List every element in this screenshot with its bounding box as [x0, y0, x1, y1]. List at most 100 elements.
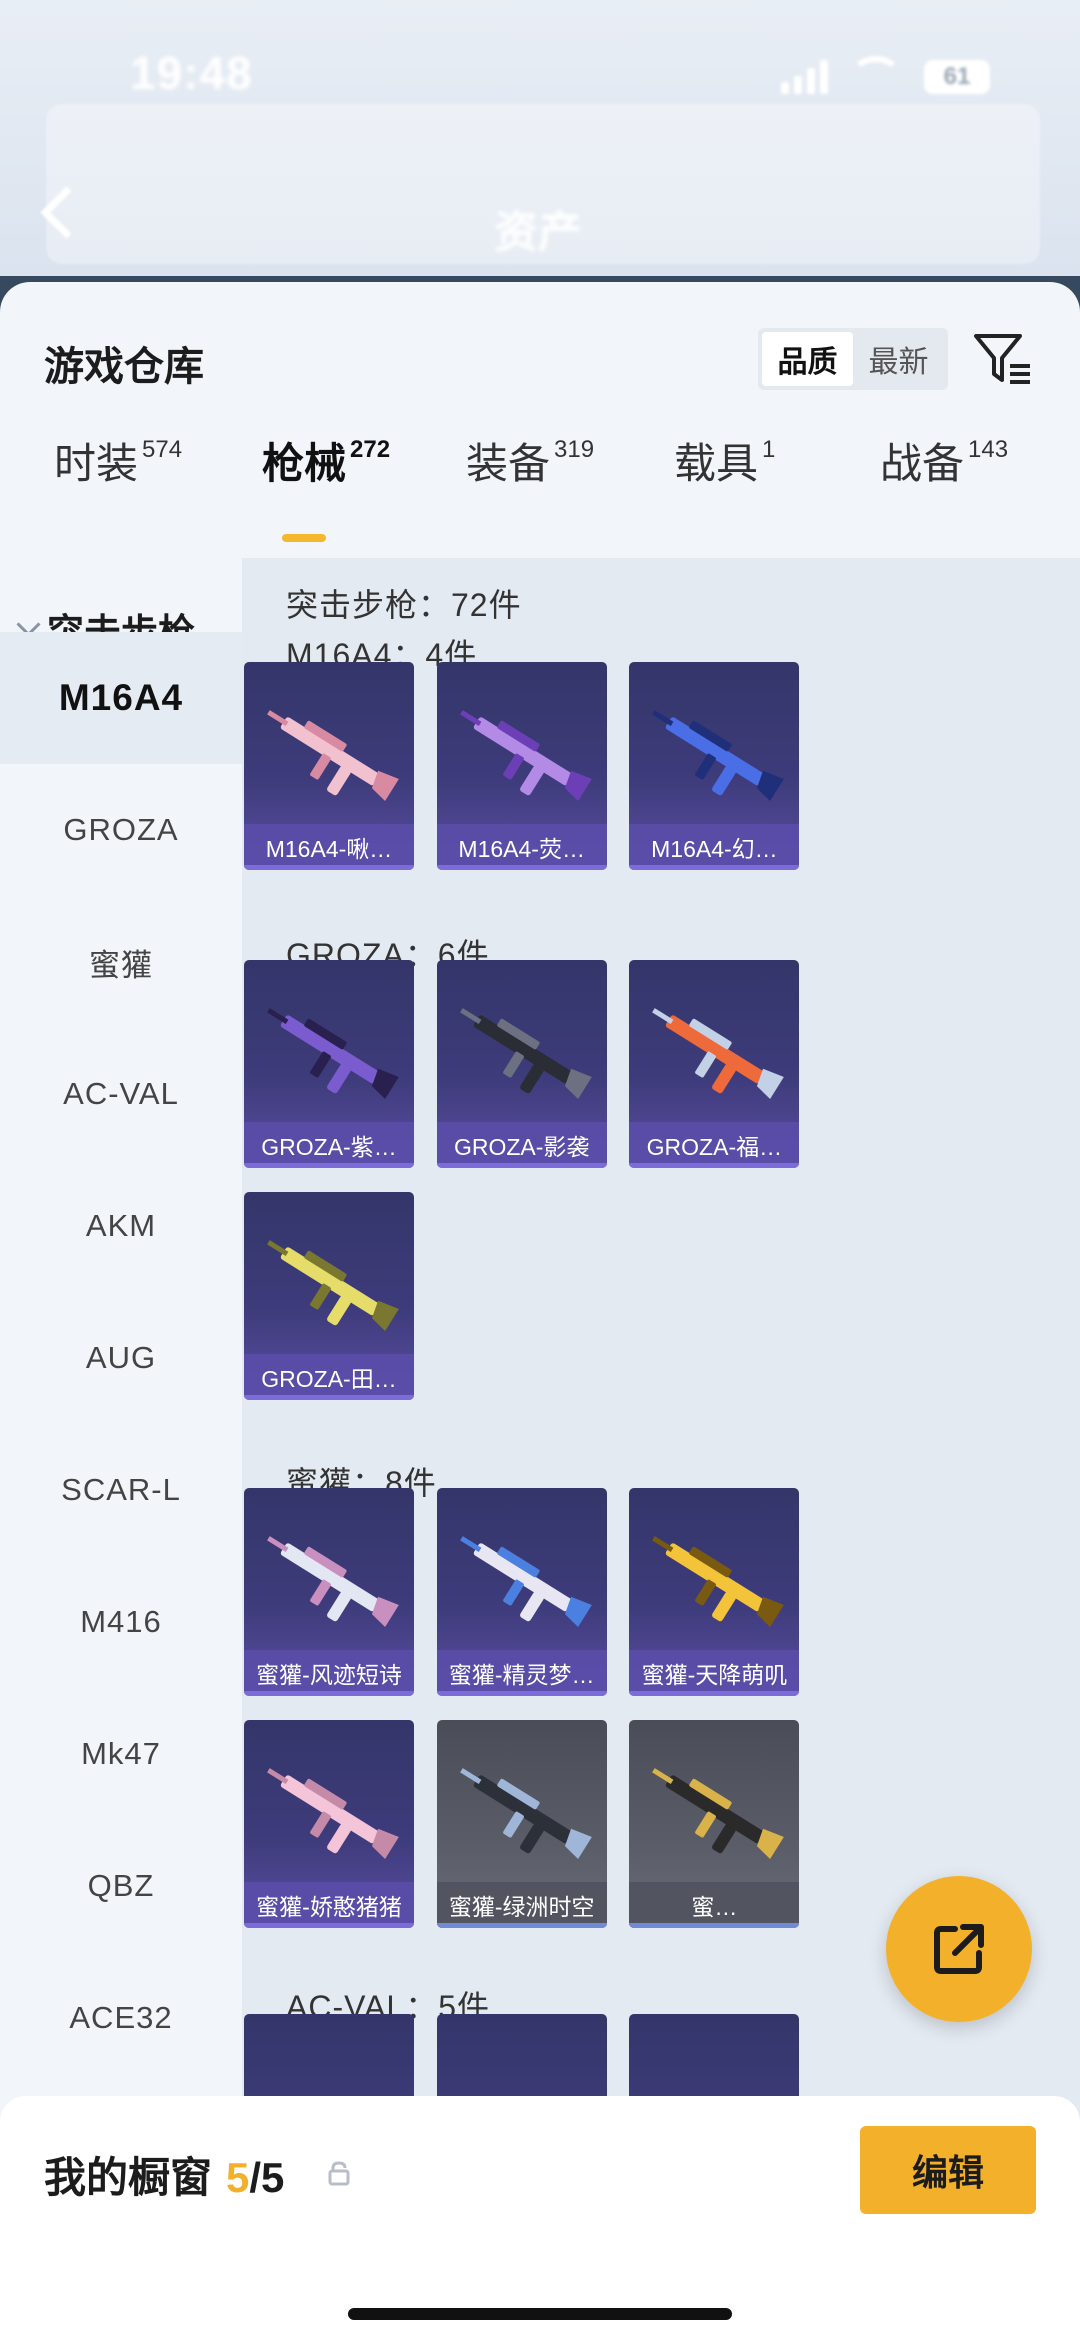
rarity-bar [436, 865, 607, 870]
weapon-card-label: 蜜獾-绿洲时空 [436, 1882, 607, 1928]
category-tabs: 时装 574 枪械 272 装备 319 载具 1 战备 143 [0, 430, 1080, 530]
rarity-bar [436, 1163, 607, 1168]
weapon-card[interactable]: 蜜獾-绿洲时空 [436, 1720, 607, 1928]
wifi-icon [850, 56, 902, 98]
sidebar-item-m16a4[interactable]: M16A4 [0, 632, 242, 764]
sort-newest-button[interactable]: 最新 [853, 332, 944, 386]
weapon-card[interactable]: GROZA-影袭 [436, 960, 607, 1168]
weapon-image [652, 1768, 785, 1860]
section-total: 突击步枪：72件 [286, 587, 522, 623]
tab-equipment[interactable]: 装备 319 [466, 430, 594, 491]
weapon-card-label: GROZA-福… [629, 1122, 800, 1168]
weapon-card-label: GROZA-紫… [244, 1122, 415, 1168]
weapon-image [267, 1240, 399, 1332]
rarity-bar [629, 1163, 800, 1168]
tab-label: 战备 [880, 440, 965, 487]
nav-title: 资产 [494, 208, 582, 257]
weapon-card[interactable]: GROZA-紫… [244, 960, 415, 1168]
sidebar-item-ace32[interactable]: ACE32 [0, 1952, 242, 2084]
edit-button[interactable]: 编辑 [860, 2126, 1036, 2214]
home-indicator [348, 2308, 732, 2320]
tab-label: 载具 [674, 440, 759, 487]
sidebar-item-蜜獾[interactable]: 蜜獾 [0, 896, 242, 1028]
lock-icon[interactable] [326, 2160, 352, 2186]
weapon-card[interactable]: M16A4-啾… [244, 662, 415, 870]
rarity-bar [629, 1923, 800, 1928]
showcase-count: 5 [226, 2154, 250, 2201]
external-link-icon [934, 1924, 984, 1974]
weapon-card-label: M16A4-荧… [436, 824, 607, 870]
showcase-title: 我的橱窗 5 /5 [44, 2144, 284, 2205]
showcase-bar: 我的橱窗 5 /5 编辑 [0, 2096, 1080, 2341]
weapon-image [459, 1008, 592, 1100]
tab-count: 574 [142, 436, 183, 463]
tab-fashion[interactable]: 时装 574 [54, 430, 182, 491]
weapon-card[interactable]: 蜜獾-风迹短诗 [244, 1488, 415, 1696]
sidebar-item-mk47[interactable]: Mk47 [0, 1688, 242, 1820]
weapon-image [459, 710, 592, 802]
rarity-bar [436, 1923, 607, 1928]
status-time: 19:48 [130, 47, 253, 99]
weapon-image [267, 1768, 399, 1860]
weapon-sidebar: 突击步枪 M16A4GROZA蜜獾AC-VALAKMAUGSCAR-LM416M… [0, 558, 242, 2278]
tab-vehicles[interactable]: 载具 1 [674, 430, 775, 491]
rarity-bar [629, 1691, 800, 1696]
tab-count: 143 [968, 436, 1009, 463]
sheet-title: 游戏仓库 [44, 345, 204, 389]
weapon-card-label: GROZA-田… [244, 1354, 415, 1400]
sidebar-item-aug[interactable]: AUG [0, 1292, 242, 1424]
tab-label: 枪械 [262, 440, 347, 487]
weapon-card[interactable]: 蜜獾-精灵梦… [436, 1488, 607, 1696]
weapon-card[interactable]: 蜜… [629, 1720, 800, 1928]
weapon-card-label: 蜜… [629, 1882, 800, 1928]
sidebar-item-ac-val[interactable]: AC-VAL [0, 1028, 242, 1160]
weapon-card-label: GROZA-影袭 [436, 1122, 607, 1168]
rarity-bar [244, 1395, 415, 1400]
weapon-image [459, 1536, 592, 1628]
rarity-bar [244, 1691, 415, 1696]
rarity-bar [244, 1923, 415, 1928]
sidebar-item-qbz[interactable]: QBZ [0, 1820, 242, 1952]
weapon-image [267, 1008, 399, 1100]
weapon-image [652, 710, 785, 802]
sidebar-item-scar-l[interactable]: SCAR-L [0, 1424, 242, 1556]
weapon-card-label: 蜜獾-娇憨猪猪 [244, 1882, 415, 1928]
sidebar-item-groza[interactable]: GROZA [0, 764, 242, 896]
sidebar-item-m416[interactable]: M416 [0, 1556, 242, 1688]
weapon-card[interactable]: M16A4-幻… [629, 662, 800, 870]
signal-icon [781, 60, 828, 94]
tab-count: 319 [554, 436, 595, 463]
weapon-card[interactable]: 蜜獾-天降萌叽 [629, 1488, 800, 1696]
weapon-card[interactable]: M16A4-荧… [436, 662, 607, 870]
weapon-image [652, 1536, 785, 1628]
tab-label: 装备 [466, 440, 551, 487]
weapon-image [267, 1536, 399, 1628]
showcase-total: /5 [249, 2154, 285, 2201]
rarity-bar [244, 865, 415, 870]
showcase-label: 我的橱窗 [44, 2154, 213, 2201]
tab-count: 1 [762, 436, 776, 463]
weapon-image [267, 710, 399, 802]
weapon-card-label: M16A4-幻… [629, 824, 800, 870]
weapon-card-label: M16A4-啾… [244, 824, 415, 870]
rarity-bar [244, 1163, 415, 1168]
weapon-grid[interactable]: 突击步枪：72件 M16A4：4件M16A4-王…M16A4-啾…M16A4-荧… [242, 558, 1080, 2302]
weapon-card[interactable]: 蜜獾-娇憨猪猪 [244, 1720, 415, 1928]
weapon-image [459, 1768, 592, 1860]
filter-icon[interactable] [972, 330, 1034, 390]
sidebar-item-akm[interactable]: AKM [0, 1160, 242, 1292]
status-icons: 61 [781, 56, 990, 98]
weapon-image [652, 1008, 785, 1100]
weapon-card-label: 蜜獾-精灵梦… [436, 1650, 607, 1696]
rarity-bar [629, 865, 800, 870]
sort-toggle: 品质 最新 [758, 328, 948, 390]
tab-count: 272 [350, 436, 391, 463]
weapon-card[interactable]: GROZA-福… [629, 960, 800, 1168]
share-fab[interactable] [886, 1876, 1032, 2022]
weapon-card-label: 蜜獾-风迹短诗 [244, 1650, 415, 1696]
sort-quality-button[interactable]: 品质 [762, 332, 853, 386]
tab-label: 时装 [54, 440, 139, 487]
weapon-card[interactable]: GROZA-田… [244, 1192, 415, 1400]
tab-guns[interactable]: 枪械 272 [262, 430, 390, 491]
tab-combat-gear[interactable]: 战备 143 [880, 430, 1008, 491]
